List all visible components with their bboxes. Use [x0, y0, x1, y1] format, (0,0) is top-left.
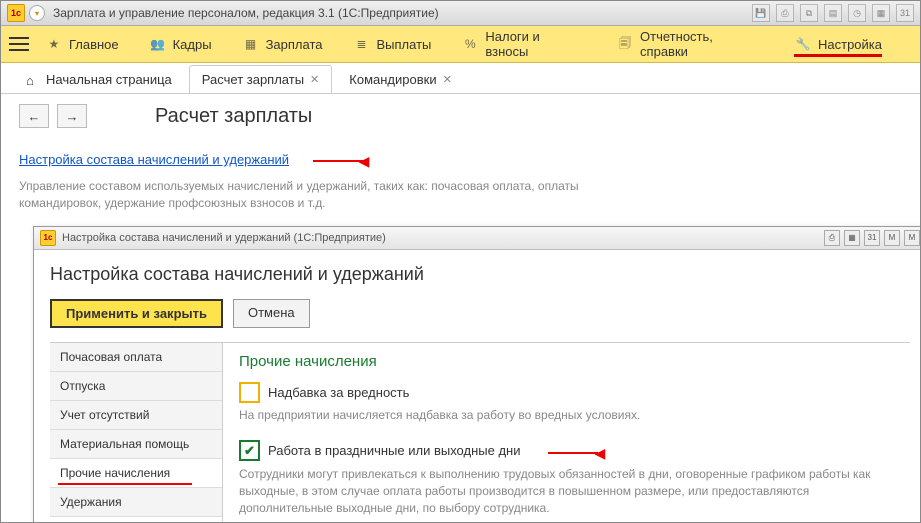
menu-main[interactable]: ★ Главное — [45, 36, 119, 52]
calendar-icon[interactable]: 31 — [864, 230, 880, 246]
wrench-icon: 🔧 — [794, 36, 812, 52]
menu-label: Выплаты — [377, 37, 432, 52]
dialog-titlebar: 1c Настройка состава начислений и удержа… — [34, 227, 921, 250]
menu-nastroika[interactable]: 🔧 Настройка — [794, 36, 882, 57]
doc-icon: 🗐 — [616, 36, 634, 52]
grid-icon[interactable]: ▦ — [872, 4, 890, 22]
back-button[interactable]: ← — [19, 104, 49, 128]
menu-label: Отчетность, справки — [640, 29, 764, 59]
tab-home[interactable]: ⌂ Начальная страница — [13, 65, 185, 93]
checkbox-description: На предприятии начисляется надбавка за р… — [239, 407, 894, 424]
people-icon: 👥 — [149, 36, 167, 52]
tab-label: Расчет зарплаты — [202, 72, 304, 87]
sidebar-item-hourly[interactable]: Почасовая оплата — [50, 343, 222, 372]
app-logo-icon: 1c — [7, 4, 25, 22]
table-icon: ▦ — [242, 36, 260, 52]
time-icon[interactable]: ◷ — [848, 4, 866, 22]
app-logo-icon: 1c — [40, 230, 56, 246]
calc-icon[interactable]: ▤ — [824, 4, 842, 22]
main-menu: ★ Главное 👥 Кадры ▦ Зарплата ≣ Выплаты % Нало… — [1, 26, 920, 63]
window-title: Зарплата и управление персоналом, редакц… — [53, 6, 439, 20]
checkbox-hazard[interactable] — [239, 382, 260, 403]
annotation-arrow-icon — [313, 149, 370, 172]
menu-vyplaty[interactable]: ≣ Выплаты — [353, 36, 432, 52]
list-icon: ≣ — [353, 36, 371, 52]
checkbox-label: Надбавка за вредность — [268, 385, 409, 400]
menu-otchet[interactable]: 🗐 Отчетность, справки — [616, 29, 764, 59]
apply-button[interactable]: Применить и закрыть — [50, 299, 223, 328]
page-description: Управление составом используемых начисле… — [19, 178, 659, 212]
menu-label: Кадры — [173, 37, 212, 52]
home-icon: ⌂ — [26, 73, 40, 87]
tab-komandirovki[interactable]: Командировки ✕ — [336, 65, 465, 93]
category-list: Почасовая оплата Отпуска Учет отсутствий… — [50, 343, 223, 523]
menu-label: Главное — [69, 37, 119, 52]
checkbox-holidays[interactable]: ✔ — [239, 440, 260, 461]
copy-icon[interactable]: ⧉ — [800, 4, 818, 22]
percent-icon: % — [461, 36, 479, 52]
save-icon[interactable]: 💾 — [752, 4, 770, 22]
letter-m-icon[interactable]: M — [904, 230, 920, 246]
page-title: Расчет зарплаты — [155, 105, 312, 128]
sidebar-item-deductions[interactable]: Удержания — [50, 488, 222, 517]
close-icon[interactable]: ✕ — [443, 73, 452, 86]
menu-label: Налоги и взносы — [485, 29, 586, 59]
dialog-title: Настройка состава начислений и удержаний… — [62, 232, 386, 244]
dialog-heading: Настройка состава начислений и удержаний — [50, 264, 910, 285]
menu-zarplata[interactable]: ▦ Зарплата — [242, 36, 323, 52]
calendar-icon[interactable]: 31 — [896, 4, 914, 22]
star-icon: ★ — [45, 36, 63, 52]
sidebar-item-vacations[interactable]: Отпуска — [50, 372, 222, 401]
annotation-arrow-icon — [548, 441, 605, 464]
settings-link[interactable]: Настройка состава начислений и удержаний — [19, 152, 289, 167]
close-icon[interactable]: ✕ — [310, 73, 319, 86]
menu-label: Зарплата — [266, 37, 323, 52]
tab-bar: ⌂ Начальная страница Расчет зарплаты ✕ Ком… — [1, 63, 920, 94]
tab-label: Командировки — [349, 72, 436, 87]
checkbox-description: Сотрудники могут привлекаться к выполнен… — [239, 466, 894, 516]
cancel-button[interactable]: Отмена — [233, 299, 310, 328]
checkbox-label: Работа в праздничные или выходные дни — [268, 443, 520, 458]
grid-icon[interactable]: ▦ — [844, 230, 860, 246]
print-icon[interactable]: ⎙ — [776, 4, 794, 22]
menu-label: Настройка — [818, 37, 882, 52]
sidebar-item-aid[interactable]: Материальная помощь — [50, 430, 222, 459]
sidebar-item-other[interactable]: Прочие начисления — [50, 459, 222, 488]
print-icon[interactable]: ⎙ — [824, 230, 840, 246]
window-titlebar: 1c ▾ Зарплата и управление персоналом, р… — [1, 1, 920, 26]
letter-m-icon[interactable]: M — [884, 230, 900, 246]
section-title: Прочие начисления — [239, 353, 894, 370]
tab-raschet[interactable]: Расчет зарплаты ✕ — [189, 65, 332, 93]
dropdown-icon[interactable]: ▾ — [29, 5, 45, 21]
tab-label: Начальная страница — [46, 72, 172, 87]
burger-icon[interactable] — [9, 37, 29, 51]
settings-dialog: 1c Настройка состава начислений и удержа… — [33, 226, 921, 523]
menu-nalogi[interactable]: % Налоги и взносы — [461, 29, 586, 59]
menu-kadry[interactable]: 👥 Кадры — [149, 36, 212, 52]
forward-button[interactable]: → — [57, 104, 87, 128]
sidebar-item-absence[interactable]: Учет отсутствий — [50, 401, 222, 430]
